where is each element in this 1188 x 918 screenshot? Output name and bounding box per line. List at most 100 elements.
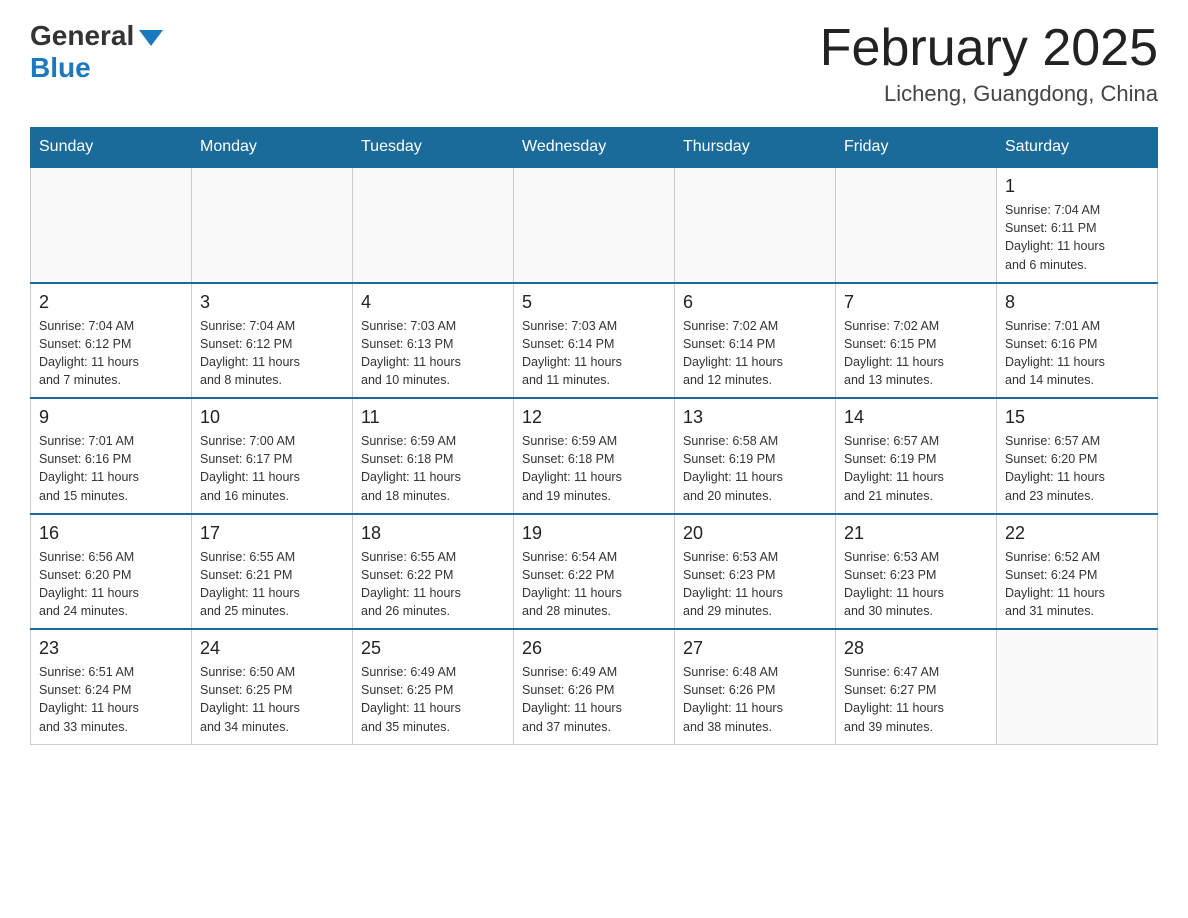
week-row-4: 16 Sunrise: 6:56 AM Sunset: 6:20 PM Dayli… — [31, 514, 1158, 630]
calendar-cell — [997, 629, 1158, 744]
day-number: 12 — [522, 407, 666, 428]
weekday-header-wednesday: Wednesday — [514, 128, 675, 168]
day-number: 3 — [200, 292, 344, 313]
day-number: 1 — [1005, 176, 1149, 197]
day-info: Sunrise: 6:57 AM Sunset: 6:19 PM Dayligh… — [844, 432, 988, 505]
day-info: Sunrise: 7:01 AM Sunset: 6:16 PM Dayligh… — [39, 432, 183, 505]
day-info: Sunrise: 6:55 AM Sunset: 6:21 PM Dayligh… — [200, 548, 344, 621]
day-number: 27 — [683, 638, 827, 659]
week-row-5: 23 Sunrise: 6:51 AM Sunset: 6:24 PM Dayli… — [31, 629, 1158, 744]
day-info: Sunrise: 6:54 AM Sunset: 6:22 PM Dayligh… — [522, 548, 666, 621]
weekday-header-row: SundayMondayTuesdayWednesdayThursdayFrid… — [31, 128, 1158, 168]
calendar-cell: 3 Sunrise: 7:04 AM Sunset: 6:12 PM Daylig… — [192, 283, 353, 399]
day-info: Sunrise: 7:03 AM Sunset: 6:13 PM Dayligh… — [361, 317, 505, 390]
calendar-cell: 23 Sunrise: 6:51 AM Sunset: 6:24 PM Dayli… — [31, 629, 192, 744]
day-info: Sunrise: 7:04 AM Sunset: 6:11 PM Dayligh… — [1005, 201, 1149, 274]
day-info: Sunrise: 6:53 AM Sunset: 6:23 PM Dayligh… — [844, 548, 988, 621]
calendar-cell: 17 Sunrise: 6:55 AM Sunset: 6:21 PM Dayli… — [192, 514, 353, 630]
calendar-cell: 12 Sunrise: 6:59 AM Sunset: 6:18 PM Dayli… — [514, 398, 675, 514]
day-number: 5 — [522, 292, 666, 313]
day-number: 15 — [1005, 407, 1149, 428]
day-number: 25 — [361, 638, 505, 659]
day-info: Sunrise: 7:03 AM Sunset: 6:14 PM Dayligh… — [522, 317, 666, 390]
logo: General Blue — [30, 20, 163, 84]
day-number: 13 — [683, 407, 827, 428]
logo-general: General — [30, 20, 134, 52]
day-info: Sunrise: 6:55 AM Sunset: 6:22 PM Dayligh… — [361, 548, 505, 621]
week-row-3: 9 Sunrise: 7:01 AM Sunset: 6:16 PM Daylig… — [31, 398, 1158, 514]
weekday-header-monday: Monday — [192, 128, 353, 168]
day-number: 17 — [200, 523, 344, 544]
calendar-cell: 10 Sunrise: 7:00 AM Sunset: 6:17 PM Dayli… — [192, 398, 353, 514]
calendar-cell: 19 Sunrise: 6:54 AM Sunset: 6:22 PM Dayli… — [514, 514, 675, 630]
day-info: Sunrise: 6:59 AM Sunset: 6:18 PM Dayligh… — [361, 432, 505, 505]
weekday-header-friday: Friday — [836, 128, 997, 168]
weekday-header-tuesday: Tuesday — [353, 128, 514, 168]
day-number: 28 — [844, 638, 988, 659]
logo-text: General — [30, 20, 163, 52]
calendar-cell — [353, 167, 514, 283]
day-info: Sunrise: 6:56 AM Sunset: 6:20 PM Dayligh… — [39, 548, 183, 621]
day-info: Sunrise: 7:02 AM Sunset: 6:15 PM Dayligh… — [844, 317, 988, 390]
day-info: Sunrise: 7:00 AM Sunset: 6:17 PM Dayligh… — [200, 432, 344, 505]
weekday-header-sunday: Sunday — [31, 128, 192, 168]
weekday-header-saturday: Saturday — [997, 128, 1158, 168]
week-row-1: 1 Sunrise: 7:04 AM Sunset: 6:11 PM Daylig… — [31, 167, 1158, 283]
day-info: Sunrise: 6:48 AM Sunset: 6:26 PM Dayligh… — [683, 663, 827, 736]
day-info: Sunrise: 7:04 AM Sunset: 6:12 PM Dayligh… — [200, 317, 344, 390]
calendar-cell — [514, 167, 675, 283]
calendar-cell: 2 Sunrise: 7:04 AM Sunset: 6:12 PM Daylig… — [31, 283, 192, 399]
calendar-cell: 25Sunrise: 6:49 AM Sunset: 6:25 PM Dayli… — [353, 629, 514, 744]
day-info: Sunrise: 6:51 AM Sunset: 6:24 PM Dayligh… — [39, 663, 183, 736]
week-row-2: 2 Sunrise: 7:04 AM Sunset: 6:12 PM Daylig… — [31, 283, 1158, 399]
page-header: General Blue February 2025 Licheng, Guan… — [30, 20, 1158, 107]
calendar-cell: 28Sunrise: 6:47 AM Sunset: 6:27 PM Dayli… — [836, 629, 997, 744]
calendar-cell: 7Sunrise: 7:02 AM Sunset: 6:15 PM Daylig… — [836, 283, 997, 399]
calendar-cell: 8Sunrise: 7:01 AM Sunset: 6:16 PM Daylig… — [997, 283, 1158, 399]
day-number: 19 — [522, 523, 666, 544]
day-info: Sunrise: 6:49 AM Sunset: 6:26 PM Dayligh… — [522, 663, 666, 736]
day-number: 18 — [361, 523, 505, 544]
day-number: 16 — [39, 523, 183, 544]
calendar-cell — [675, 167, 836, 283]
calendar-cell: 13 Sunrise: 6:58 AM Sunset: 6:19 PM Dayli… — [675, 398, 836, 514]
calendar-cell: 22 Sunrise: 6:52 AM Sunset: 6:24 PM Dayli… — [997, 514, 1158, 630]
day-number: 26 — [522, 638, 666, 659]
day-number: 10 — [200, 407, 344, 428]
calendar-cell: 18 Sunrise: 6:55 AM Sunset: 6:22 PM Dayli… — [353, 514, 514, 630]
calendar-cell — [836, 167, 997, 283]
calendar-cell: 26 Sunrise: 6:49 AM Sunset: 6:26 PM Dayli… — [514, 629, 675, 744]
calendar-cell: 21 Sunrise: 6:53 AM Sunset: 6:23 PM Dayli… — [836, 514, 997, 630]
weekday-header-thursday: Thursday — [675, 128, 836, 168]
day-info: Sunrise: 6:53 AM Sunset: 6:23 PM Dayligh… — [683, 548, 827, 621]
day-info: Sunrise: 6:57 AM Sunset: 6:20 PM Dayligh… — [1005, 432, 1149, 505]
day-number: 4 — [361, 292, 505, 313]
calendar-cell: 24Sunrise: 6:50 AM Sunset: 6:25 PM Dayli… — [192, 629, 353, 744]
day-info: Sunrise: 7:04 AM Sunset: 6:12 PM Dayligh… — [39, 317, 183, 390]
day-info: Sunrise: 6:52 AM Sunset: 6:24 PM Dayligh… — [1005, 548, 1149, 621]
calendar-cell: 16 Sunrise: 6:56 AM Sunset: 6:20 PM Dayli… — [31, 514, 192, 630]
calendar-cell: 27 Sunrise: 6:48 AM Sunset: 6:26 PM Dayli… — [675, 629, 836, 744]
day-number: 2 — [39, 292, 183, 313]
day-number: 21 — [844, 523, 988, 544]
logo-blue: Blue — [30, 52, 91, 84]
calendar-cell: 5 Sunrise: 7:03 AM Sunset: 6:14 PM Daylig… — [514, 283, 675, 399]
day-number: 23 — [39, 638, 183, 659]
calendar-cell: 20Sunrise: 6:53 AM Sunset: 6:23 PM Dayli… — [675, 514, 836, 630]
day-number: 9 — [39, 407, 183, 428]
calendar-cell — [31, 167, 192, 283]
day-info: Sunrise: 6:59 AM Sunset: 6:18 PM Dayligh… — [522, 432, 666, 505]
calendar-cell: 1 Sunrise: 7:04 AM Sunset: 6:11 PM Daylig… — [997, 167, 1158, 283]
calendar-cell: 14Sunrise: 6:57 AM Sunset: 6:19 PM Dayli… — [836, 398, 997, 514]
calendar-cell: 4 Sunrise: 7:03 AM Sunset: 6:13 PM Daylig… — [353, 283, 514, 399]
day-info: Sunrise: 7:02 AM Sunset: 6:14 PM Dayligh… — [683, 317, 827, 390]
month-title: February 2025 — [820, 20, 1158, 77]
day-number: 11 — [361, 407, 505, 428]
calendar-cell: 9 Sunrise: 7:01 AM Sunset: 6:16 PM Daylig… — [31, 398, 192, 514]
day-info: Sunrise: 6:50 AM Sunset: 6:25 PM Dayligh… — [200, 663, 344, 736]
day-number: 22 — [1005, 523, 1149, 544]
day-info: Sunrise: 6:58 AM Sunset: 6:19 PM Dayligh… — [683, 432, 827, 505]
calendar-cell: 15 Sunrise: 6:57 AM Sunset: 6:20 PM Dayli… — [997, 398, 1158, 514]
day-number: 6 — [683, 292, 827, 313]
title-section: February 2025 Licheng, Guangdong, China — [820, 20, 1158, 107]
